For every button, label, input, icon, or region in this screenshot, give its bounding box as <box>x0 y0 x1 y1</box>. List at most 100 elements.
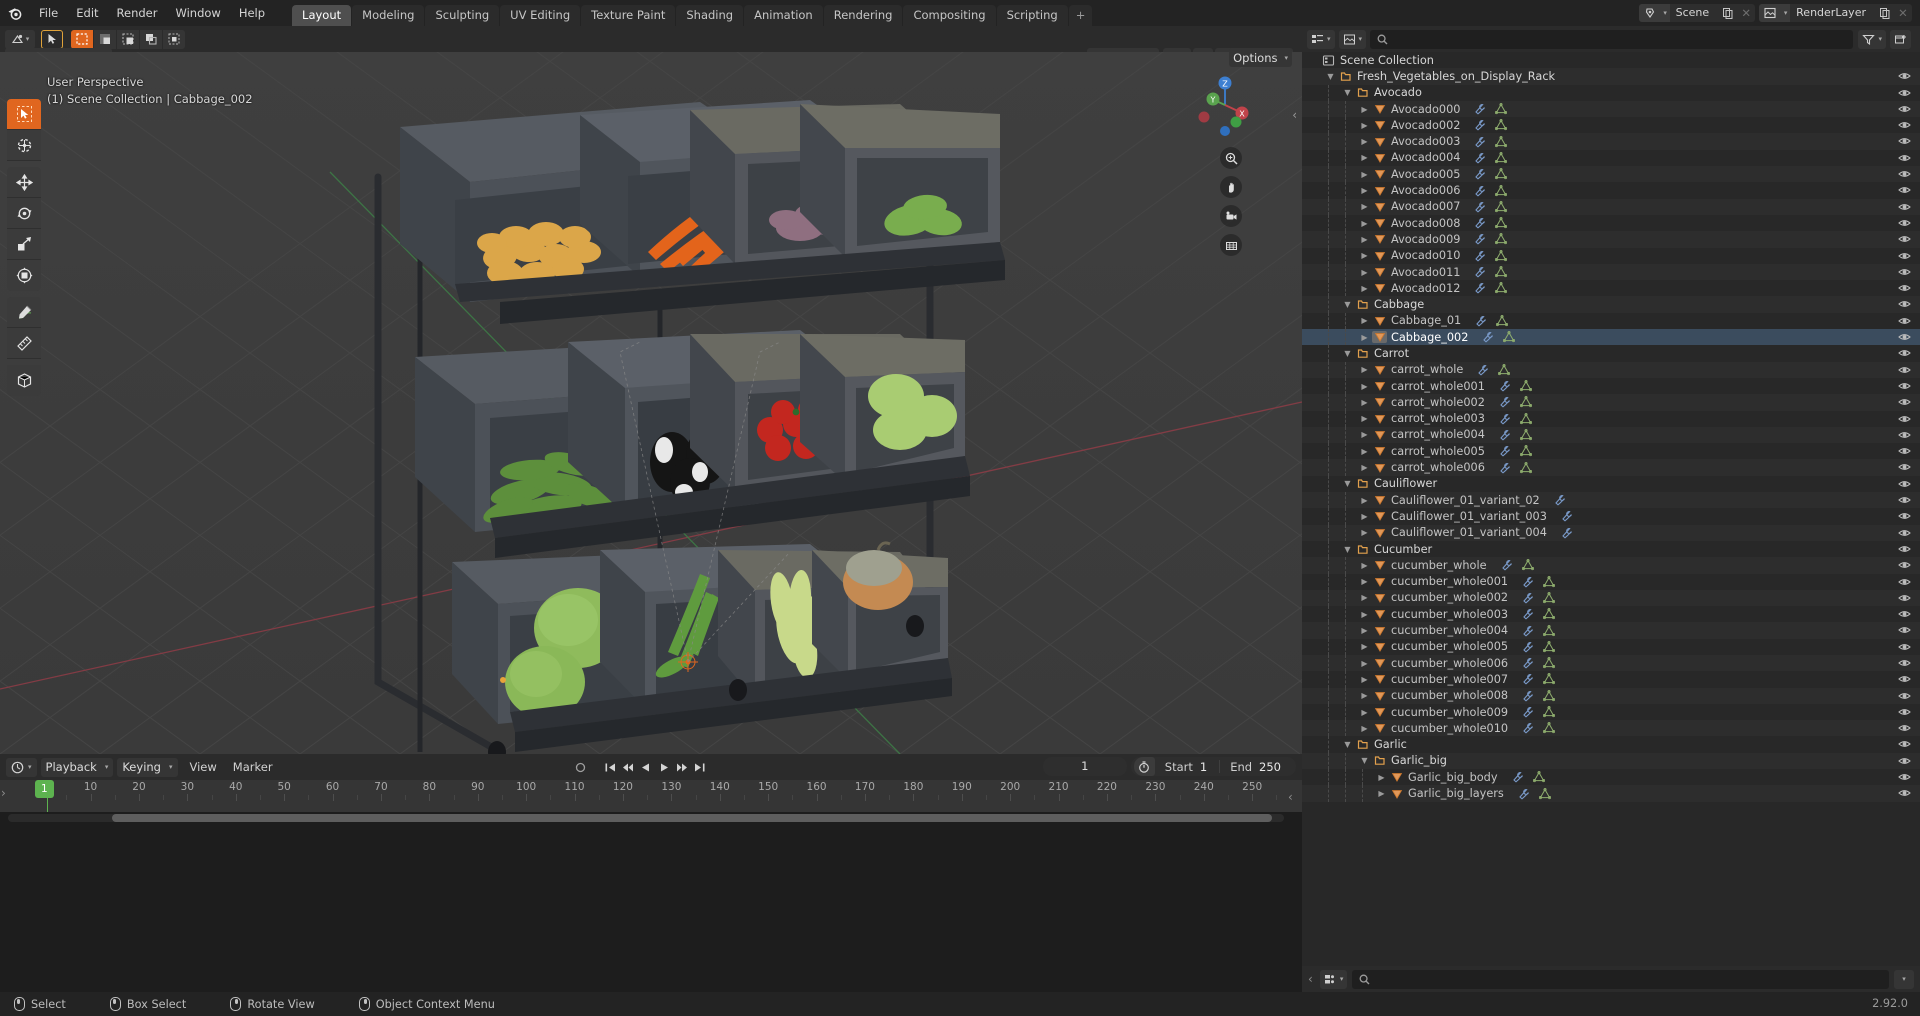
visibility-eye-icon[interactable] <box>1898 787 1911 799</box>
disclosure-collapsed-icon[interactable]: ▶ <box>1359 316 1370 325</box>
disclosure-collapsed-icon[interactable]: ▶ <box>1359 235 1370 244</box>
add-cube-tool[interactable] <box>7 365 41 396</box>
transform-tool[interactable] <box>7 260 41 291</box>
add-workspace-button[interactable]: + <box>1068 5 1093 26</box>
outliner-row[interactable]: ▶ Avocado000 <box>1302 100 1920 118</box>
workspace-tab-scripting[interactable]: Scripting <box>996 5 1068 26</box>
timeline-left-arrow[interactable]: › <box>1 786 6 800</box>
visibility-eye-icon[interactable] <box>1898 413 1911 425</box>
disclosure-expanded-icon[interactable]: ▼ <box>1359 756 1370 765</box>
disclosure-collapsed-icon[interactable]: ▶ <box>1359 365 1370 374</box>
disclosure-collapsed-icon[interactable]: ▶ <box>1359 708 1370 717</box>
new-scene-button[interactable] <box>1719 4 1737 22</box>
workspace-tab-rendering[interactable]: Rendering <box>823 5 903 26</box>
visibility-eye-icon[interactable] <box>1898 103 1911 115</box>
modifier-icon[interactable] <box>1522 625 1534 637</box>
workspace-tab-texture-paint[interactable]: Texture Paint <box>581 5 676 26</box>
visibility-eye-icon[interactable] <box>1898 315 1911 327</box>
modifier-icon[interactable] <box>1474 250 1486 262</box>
mesh-data-icon[interactable] <box>1543 722 1556 734</box>
end-frame-value[interactable]: 250 <box>1259 760 1293 774</box>
outliner-row[interactable]: ▶ cucumber_whole003 <box>1302 606 1920 623</box>
disclosure-collapsed-icon[interactable]: ▶ <box>1359 137 1370 146</box>
outliner-row[interactable]: ▶ Avocado003 <box>1302 133 1920 150</box>
modifier-icon[interactable] <box>1522 576 1534 588</box>
disclosure-expanded-icon[interactable]: ▼ <box>1325 72 1336 81</box>
start-frame-value[interactable]: 1 <box>1200 760 1219 774</box>
visibility-eye-icon[interactable] <box>1898 87 1911 99</box>
workspace-tab-animation[interactable]: Animation <box>744 5 823 26</box>
mesh-data-icon[interactable] <box>1495 119 1508 131</box>
mesh-data-icon[interactable] <box>1498 363 1511 376</box>
visibility-eye-icon[interactable] <box>1898 217 1911 229</box>
navigation-gizmo[interactable]: Z X Y <box>1194 74 1256 136</box>
disclosure-expanded-icon[interactable]: ▼ <box>1342 88 1353 97</box>
outliner-row[interactable]: ▼ Carrot <box>1302 345 1920 362</box>
mesh-data-icon[interactable] <box>1495 233 1508 245</box>
visibility-eye-icon[interactable] <box>1898 592 1911 604</box>
visibility-eye-icon[interactable] <box>1898 135 1911 147</box>
disclosure-collapsed-icon[interactable]: ▶ <box>1359 153 1370 162</box>
outliner-row[interactable]: ▶ Avocado011 <box>1302 263 1920 281</box>
disclosure-collapsed-icon[interactable]: ▶ <box>1359 414 1370 423</box>
outliner-row[interactable]: ▶ Avocado007 <box>1302 198 1920 215</box>
modifier-icon[interactable] <box>1522 657 1534 669</box>
outliner-row[interactable]: ▶ cucumber_whole002 <box>1302 589 1920 607</box>
mesh-data-icon[interactable] <box>1543 689 1556 702</box>
scale-tool[interactable] <box>7 229 41 260</box>
timeline-editor-type[interactable]: ▾ <box>6 757 37 777</box>
modifier-icon[interactable] <box>1499 396 1511 408</box>
remove-view-layer-button[interactable]: ✕ <box>1894 4 1912 22</box>
visibility-eye-icon[interactable] <box>1898 347 1911 359</box>
outliner-row[interactable]: Scene Collection <box>1302 52 1920 68</box>
mesh-data-icon[interactable] <box>1543 657 1556 669</box>
mesh-data-icon[interactable] <box>1521 559 1534 571</box>
modifier-icon[interactable] <box>1522 690 1534 702</box>
mesh-data-icon[interactable] <box>1519 412 1532 425</box>
disclosure-collapsed-icon[interactable]: ▶ <box>1359 430 1370 439</box>
disclosure-collapsed-icon[interactable]: ▶ <box>1376 789 1387 798</box>
workspace-tab-sculpting[interactable]: Sculpting <box>425 5 500 26</box>
disclosure-collapsed-icon[interactable]: ▶ <box>1359 268 1370 277</box>
outliner-collapse-arrow[interactable]: ‹ <box>1308 972 1313 986</box>
modifier-icon[interactable] <box>1474 266 1486 278</box>
visibility-eye-icon[interactable] <box>1898 771 1911 783</box>
outliner-row[interactable]: ▶ Garlic_big_layers <box>1302 785 1920 802</box>
outliner-row[interactable]: ▶ cucumber_whole010 <box>1302 720 1920 737</box>
visibility-eye-icon[interactable] <box>1898 494 1911 506</box>
disclosure-collapsed-icon[interactable]: ▶ <box>1359 610 1370 619</box>
timeline-scroll-thumb[interactable] <box>112 814 1272 822</box>
modifier-icon[interactable] <box>1522 722 1534 734</box>
outliner-row[interactable]: ▶ cucumber_whole <box>1302 557 1920 574</box>
disclosure-collapsed-icon[interactable]: ▶ <box>1359 382 1370 391</box>
auto-keying-button[interactable] <box>572 758 589 777</box>
rotate-tool[interactable] <box>7 198 41 229</box>
timeline-playhead[interactable]: 1 <box>35 780 54 798</box>
visibility-eye-icon[interactable] <box>1898 429 1911 441</box>
disclosure-collapsed-icon[interactable]: ▶ <box>1359 202 1370 211</box>
modifier-icon[interactable] <box>1499 462 1511 474</box>
modifier-icon[interactable] <box>1522 706 1534 718</box>
disclosure-collapsed-icon[interactable]: ▶ <box>1359 284 1370 293</box>
mesh-data-icon[interactable] <box>1503 331 1516 343</box>
visibility-eye-icon[interactable] <box>1898 331 1911 343</box>
zoom-icon[interactable] <box>1220 147 1242 169</box>
toggle-ortho-icon[interactable] <box>1220 234 1242 256</box>
modifier-icon[interactable] <box>1522 641 1534 653</box>
visibility-eye-icon[interactable] <box>1898 738 1911 750</box>
visibility-eye-icon[interactable] <box>1898 266 1911 278</box>
visibility-eye-icon[interactable] <box>1898 543 1911 555</box>
disclosure-collapsed-icon[interactable]: ▶ <box>1359 642 1370 651</box>
modifier-icon[interactable] <box>1499 429 1511 441</box>
visibility-eye-icon[interactable] <box>1898 706 1911 718</box>
modifier-icon[interactable] <box>1474 119 1486 131</box>
outliner-row[interactable]: ▼ Cucumber <box>1302 540 1920 558</box>
options-button[interactable]: Options ▾ <box>1229 48 1292 67</box>
play-reverse-button[interactable] <box>637 758 654 777</box>
new-view-layer-button[interactable] <box>1876 4 1894 22</box>
modifier-icon[interactable] <box>1561 510 1573 522</box>
menu-file[interactable]: File <box>30 0 67 26</box>
disclosure-collapsed-icon[interactable]: ▶ <box>1359 675 1370 684</box>
modifier-icon[interactable] <box>1501 559 1513 571</box>
visibility-eye-icon[interactable] <box>1898 559 1911 571</box>
